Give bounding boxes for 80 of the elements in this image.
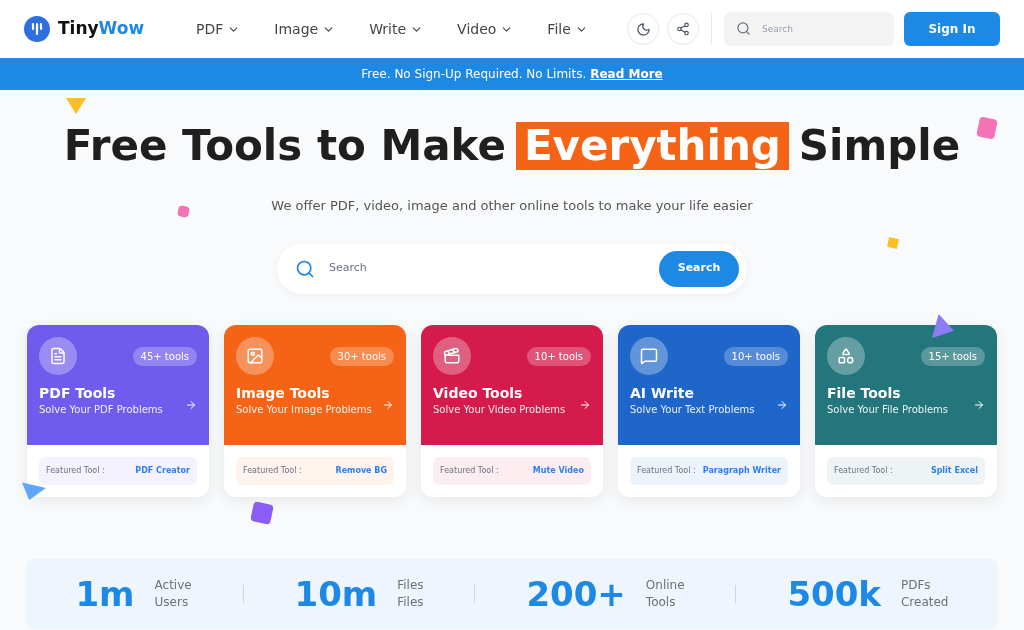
tool-count: 10+ tools [723,346,788,366]
tool-card[interactable]: 45+ tools PDF Tools Solve Your PDF Problems Featured Tool : PDF Creator [27,324,209,497]
search-button[interactable]: Search [659,250,739,287]
document-icon [49,346,67,365]
chat-icon [640,346,658,365]
film-icon [443,346,461,365]
logo-text[interactable]: TinyWow [58,16,145,42]
arrow-icon [382,399,394,411]
card-subtitle: Solve Your Text Problems [630,403,755,417]
stat-value: 500k [787,576,881,611]
stat-label: Online [645,576,685,594]
nav-menu-item[interactable]: Image [274,18,336,40]
search-icon [736,21,751,36]
hero-headline: Free Tools to Make Everything Simple [63,122,961,170]
stat-label: Users [154,593,190,611]
featured-tool-bar[interactable]: Featured Tool : Mute Video [433,456,591,485]
featured-tool-link[interactable]: Mute Video [532,464,584,477]
search-input[interactable]: Search [329,260,659,277]
stat-label: PDFs [901,576,932,594]
card-subtitle: Solve Your PDF Problems [39,403,163,417]
decor-shape [250,501,274,525]
tool-card[interactable]: 10+ tools Video Tools Solve Your Video Problems Featured Tool : Mute Video [421,324,603,497]
shapes-icon [837,346,855,365]
arrow-icon [579,399,591,411]
featured-label: Featured Tool : [637,464,696,477]
tool-count: 15+ tools [920,346,985,366]
featured-tool-bar[interactable]: Featured Tool : PDF Creator [39,456,197,485]
featured-tool-bar[interactable]: Featured Tool : Split Excel [827,456,985,485]
featured-tool-link[interactable]: PDF Creator [135,464,190,477]
card-title: Image Tools [236,384,331,402]
stat-label: Files [397,576,424,594]
tool-count: 45+ tools [132,346,197,366]
featured-tool-link[interactable]: Paragraph Writer [702,464,781,477]
tool-card[interactable]: 10+ tools AI Write Solve Your Text Problems Featured Tool : Paragraph Writer [618,324,800,497]
featured-tool-bar[interactable]: Featured Tool : Paragraph Writer [630,456,788,485]
tool-card[interactable]: 30+ tools Image Tools Solve Your Image Problems Featured Tool : Remove BG [224,324,406,497]
nav-menu-item[interactable]: PDF [196,18,241,40]
nav-menu-item[interactable]: Video [457,18,514,40]
card-title: AI Write [630,384,695,402]
stat-value: 200+ [526,576,626,611]
card-subtitle: Solve Your Image Problems [236,403,372,417]
featured-label: Featured Tool : [243,464,302,477]
logo-icon [24,16,50,42]
stat-label: Tools [645,593,677,611]
stat-label: Files [397,593,424,611]
hero-subtitle: We offer PDF, video, image and other online tools to make your life easier [271,197,753,215]
arrow-icon [185,399,197,411]
read-more-link[interactable]: Read More [590,65,663,83]
card-subtitle: Solve Your Video Problems [433,403,566,417]
search-field[interactable]: Search [724,12,894,46]
card-title: File Tools [827,384,902,402]
tool-count: 30+ tools [329,346,394,366]
featured-label: Featured Tool : [834,464,893,477]
decor-shape [976,116,998,140]
share-icon [676,22,690,36]
arrow-icon [973,399,985,411]
decor-shape [177,205,190,218]
nav-menu-item[interactable]: File [547,18,588,40]
featured-tool-link[interactable]: Split Excel [930,464,978,477]
moon-icon [635,21,651,37]
stat-value: 1m [75,576,135,611]
decor-shape [887,237,899,249]
picture-icon [246,346,264,365]
featured-tool-bar[interactable]: Featured Tool : Remove BG [236,456,394,485]
sign-in-button[interactable]: Sign In [904,12,1000,46]
card-title: PDF Tools [39,384,117,402]
featured-label: Featured Tool : [46,464,105,477]
tool-card[interactable]: 15+ tools File Tools Solve Your File Problems Featured Tool : Split Excel [815,324,997,497]
stat-label: Active [154,576,192,594]
banner-text: Free. No Sign-Up Required. No Limits. [361,66,587,83]
card-subtitle: Solve Your File Problems [827,403,949,417]
tool-count: 10+ tools [526,346,591,366]
stat-label: Created [901,593,949,611]
featured-label: Featured Tool : [440,464,499,477]
nav-menu-item[interactable]: Write [369,18,424,40]
search-icon [295,258,315,279]
stat-value: 10m [294,576,378,611]
arrow-icon [776,399,788,411]
featured-tool-link[interactable]: Remove BG [335,464,387,477]
card-title: Video Tools [433,384,524,402]
